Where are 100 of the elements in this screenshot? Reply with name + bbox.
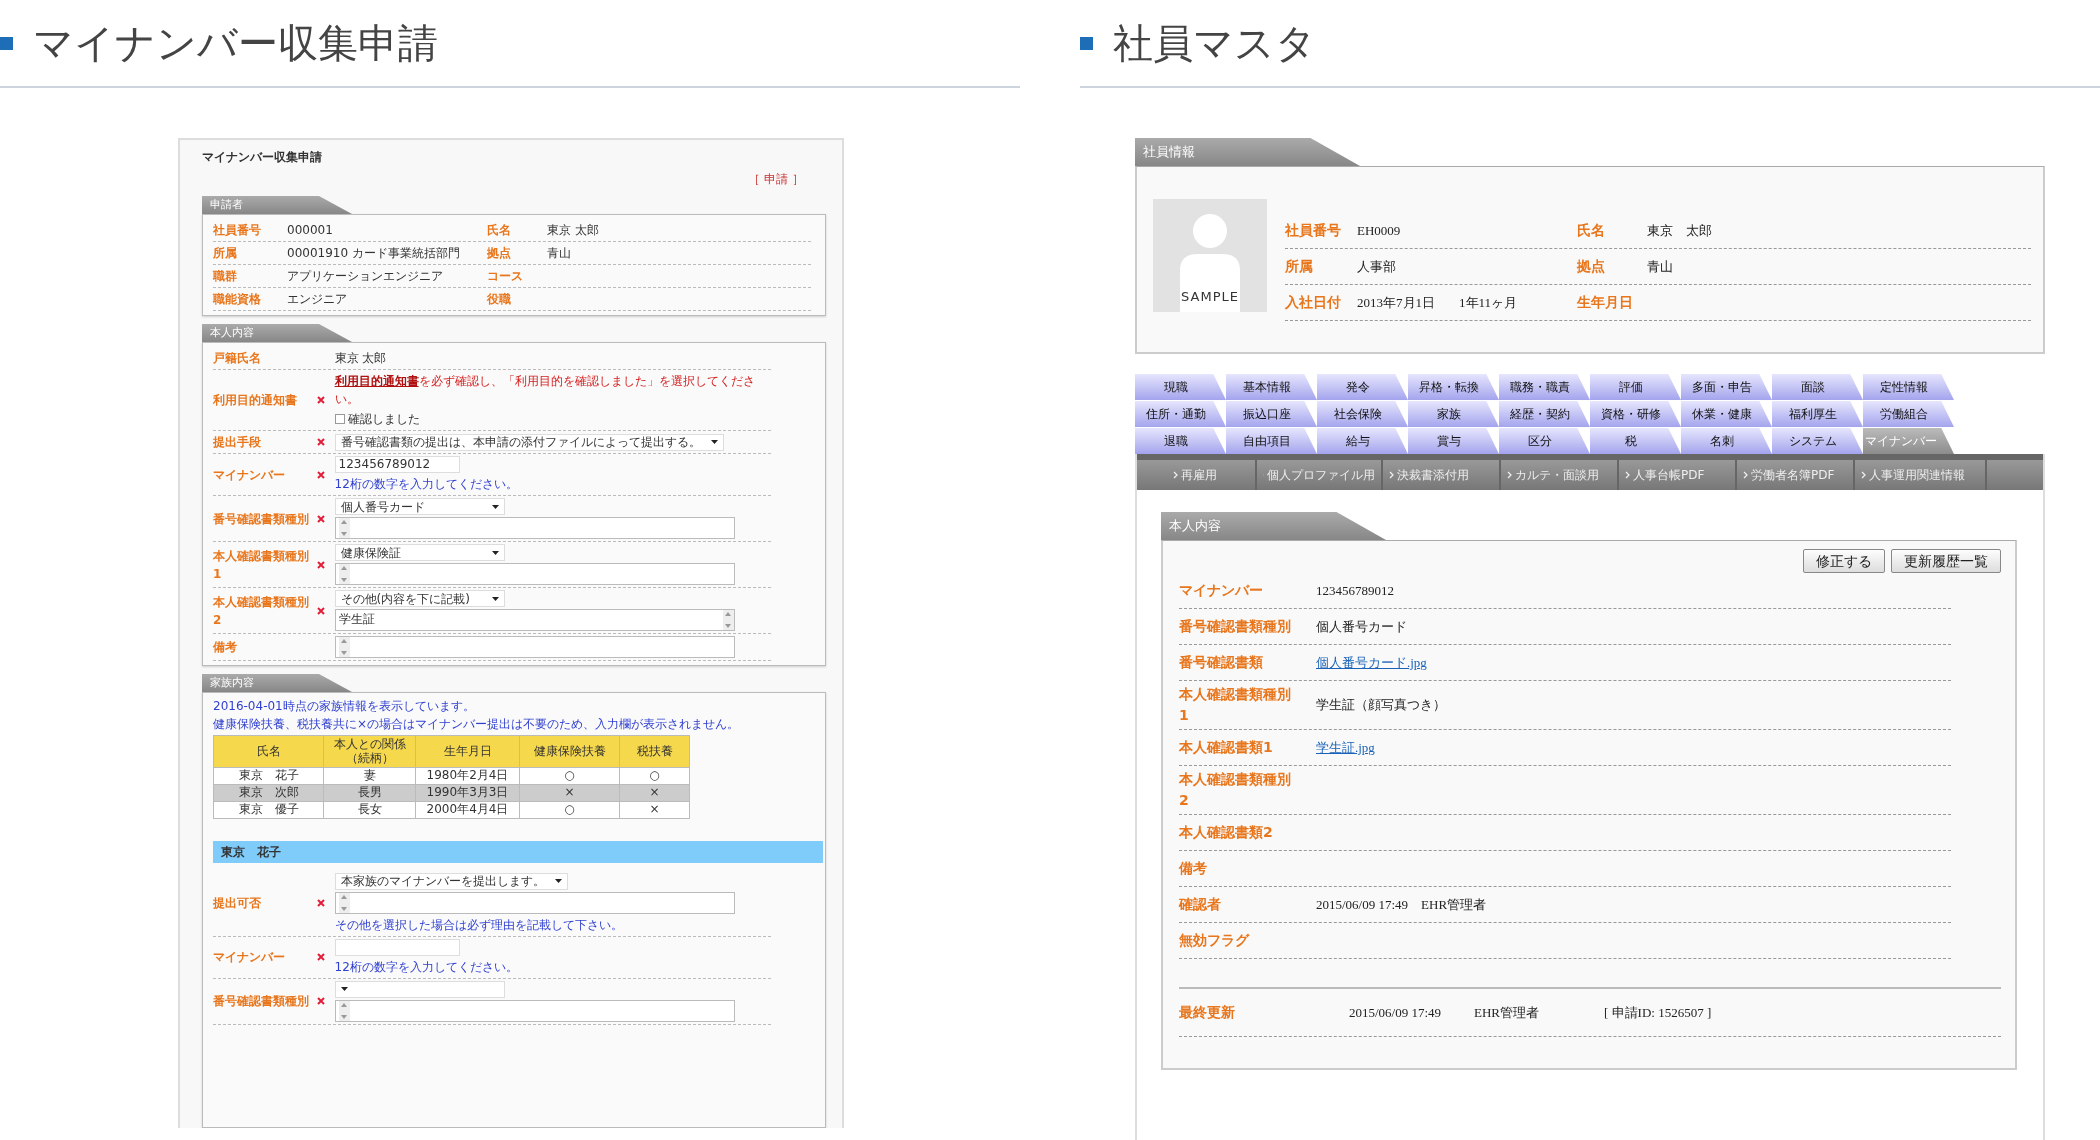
tab[interactable]: 住所・通勤 <box>1135 401 1226 427</box>
up-arrow-icon <box>341 639 348 643</box>
caret-icon <box>710 440 718 444</box>
tab[interactable]: 賞与 <box>1408 428 1499 454</box>
field-label: 戸籍氏名 <box>213 350 262 367</box>
action-button[interactable]: 修正する <box>1803 549 1885 573</box>
field-value: 000001 <box>287 222 334 239</box>
scrollbar[interactable] <box>722 610 734 630</box>
input-field[interactable]: 123456789012 <box>334 456 460 473</box>
field-label: 社員番号 <box>213 222 262 239</box>
tab[interactable]: 名刺 <box>1681 428 1772 454</box>
tab[interactable]: 定性情報 <box>1863 374 1954 400</box>
text-area[interactable] <box>334 999 735 1022</box>
file-link[interactable]: 個人番号カード.jpg <box>1316 652 1427 673</box>
field-label: 氏名 <box>487 222 512 239</box>
tab[interactable]: 福利厚生 <box>1772 401 1863 427</box>
text-area[interactable]: 学生証 <box>334 609 735 631</box>
down-arrow-icon <box>341 651 348 655</box>
field-label: マイナンバー <box>1179 581 1264 600</box>
scrollbar[interactable] <box>338 518 350 538</box>
chevron-icon <box>1743 471 1748 479</box>
table-cell: 東京 花子 <box>213 767 324 785</box>
tab[interactable]: 振込口座 <box>1226 401 1317 427</box>
tab[interactable]: 職務・職責 <box>1499 374 1590 400</box>
table-header: 税扶養 <box>619 735 690 768</box>
up-arrow-icon <box>341 566 348 570</box>
table-cell: 妻 <box>323 767 416 785</box>
tab[interactable]: システム <box>1772 428 1863 454</box>
field-value: 東京 太郎 <box>1647 221 1712 240</box>
dropdown-field[interactable]: 健康保険証 <box>334 544 505 561</box>
caret-icon <box>491 596 499 601</box>
scrollbar[interactable] <box>338 1000 350 1021</box>
tab[interactable]: 発令 <box>1317 374 1408 400</box>
tab[interactable]: 経歴・契約 <box>1499 401 1590 427</box>
field-value: 個人番号カード <box>1316 617 1407 636</box>
table-cell: ○ <box>519 801 620 819</box>
tab[interactable]: 基本情報 <box>1226 374 1317 400</box>
field-label: 番号確認書類種別 <box>213 510 310 528</box>
dropdown-field[interactable]: 本家族のマイナンバーを提出します。 <box>334 872 568 890</box>
checkbox[interactable] <box>334 414 345 424</box>
field-value: 123456789012 <box>1316 581 1394 600</box>
field-label: 最終更新 <box>1179 1003 1236 1022</box>
dropdown-field[interactable]: 番号確認書類の提出は、本申請の添付ファイルによって提出する。 <box>334 433 724 451</box>
up-arrow-icon <box>341 1002 348 1007</box>
table-cell: ○ <box>519 767 620 785</box>
scrollbar[interactable] <box>338 637 350 657</box>
tab[interactable]: 資格・研修 <box>1590 401 1681 427</box>
field-label: 番号確認書類 <box>1179 653 1264 672</box>
tab[interactable]: 評価 <box>1590 374 1681 400</box>
tab[interactable]: 現職 <box>1135 374 1226 400</box>
down-arrow-icon <box>341 906 348 911</box>
tab[interactable]: 昇格・転換 <box>1408 374 1499 400</box>
text-area[interactable] <box>334 517 735 539</box>
page-heading: マイナンバー収集申請 <box>33 23 438 63</box>
tab[interactable]: 休業・健康 <box>1681 401 1772 427</box>
tab[interactable]: 労働組合 <box>1863 401 1954 427</box>
hint-text: 12桁の数字を入力してください。 <box>334 476 518 493</box>
field-value: 2013年7月1日 <box>1357 293 1435 312</box>
tab[interactable]: 区分 <box>1499 428 1590 454</box>
hint-text: その他を選択した場合は必ず理由を記載して下さい。 <box>334 916 623 934</box>
field-value: 2015/06/09 17:49 EHR管理者 <box>1316 895 1487 914</box>
tab[interactable]: 多面・申告 <box>1681 374 1772 400</box>
action-button[interactable]: 更新履歴一覧 <box>1891 549 2001 573</box>
field-value: 青山 <box>547 245 571 262</box>
field-label: 拠点 <box>487 245 512 262</box>
up-arrow-icon <box>341 894 348 899</box>
text-area[interactable] <box>334 636 735 658</box>
file-link[interactable]: 学生証.jpg <box>1316 737 1375 758</box>
field-label: 備考 <box>213 639 238 656</box>
tab[interactable]: 給与 <box>1317 428 1408 454</box>
down-arrow-icon <box>341 532 348 536</box>
dropdown-field[interactable]: その他(内容を下に記載) <box>334 590 505 607</box>
tab[interactable]: 面談 <box>1772 374 1863 400</box>
field-label: コース <box>487 268 524 285</box>
dropdown-field[interactable]: 個人番号カード <box>334 498 505 515</box>
notice-link[interactable]: 利用目的通知書 <box>334 374 419 388</box>
scrollbar[interactable] <box>338 564 350 584</box>
down-arrow-icon <box>341 578 348 582</box>
tab[interactable]: 家族 <box>1408 401 1499 427</box>
field-label: 本人確認書類種別1 <box>213 547 310 583</box>
tab[interactable]: 自由項目 <box>1226 428 1317 454</box>
tab[interactable]: 税 <box>1590 428 1681 454</box>
up-arrow-icon <box>341 520 348 524</box>
dropdown-field[interactable] <box>334 980 505 998</box>
scrollbar[interactable] <box>338 892 350 913</box>
field-label: 氏名 <box>1577 221 1606 240</box>
field-label: 本人確認書類2 <box>1179 823 1274 842</box>
tab[interactable]: 退職 <box>1135 428 1226 454</box>
text-area[interactable] <box>334 563 735 585</box>
status-label: ［ 申請 ］ <box>748 171 804 188</box>
form-title: マイナンバー収集申請 <box>202 149 322 166</box>
table-cell: 2000年4月4日 <box>415 801 520 819</box>
member-header: 東京 花子 <box>213 840 823 863</box>
text-area[interactable] <box>334 891 735 914</box>
field-label: 提出可否 <box>213 895 262 913</box>
field-label: 番号確認書類種別 <box>213 993 310 1011</box>
chevron-icon <box>1625 471 1630 479</box>
field-label: 所属 <box>213 245 238 262</box>
input-field[interactable] <box>334 938 460 956</box>
tab[interactable]: 社会保険 <box>1317 401 1408 427</box>
